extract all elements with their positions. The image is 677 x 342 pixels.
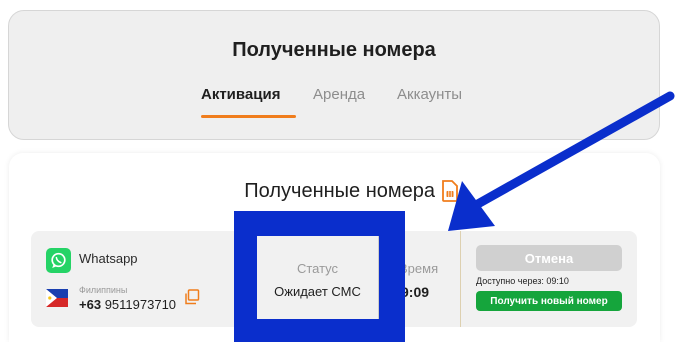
tab-activation[interactable]: Активация [201,86,280,103]
tab-rent[interactable]: Аренда [313,86,365,103]
sim-card-icon [442,180,458,202]
status-cell: Статус Ожидает СМС [257,236,378,319]
status-divider [378,236,379,319]
tab-accounts[interactable]: Аккаунты [397,86,462,103]
status-value: Ожидает СМС [274,284,361,299]
column-divider [460,231,461,327]
status-highlight-box: Статус Ожидает СМС [234,211,405,342]
phone-code: +63 [79,297,102,312]
page-title: Полученные номера [232,39,436,61]
active-tab-indicator [201,115,296,118]
header-card: Полученные номера Активация Аренда Аккау… [8,10,660,140]
get-new-number-button[interactable]: Получить новый номер [476,291,622,311]
cancel-button[interactable]: Отмена [476,245,622,271]
service-name: Whatsapp [79,251,138,266]
whatsapp-icon [46,248,71,273]
available-countdown: Доступно через: 09:10 [476,276,569,286]
status-label: Статус [296,261,339,276]
country-name: Филиппины [79,285,128,295]
phone-digits: 9511973710 [104,297,177,312]
phone-number: +63 9511973710 [79,297,176,312]
copy-icon[interactable] [184,289,200,305]
time-value: 9:09 [401,284,430,300]
section-title: Полученные номера [244,180,435,202]
philippines-flag-icon [46,289,68,307]
